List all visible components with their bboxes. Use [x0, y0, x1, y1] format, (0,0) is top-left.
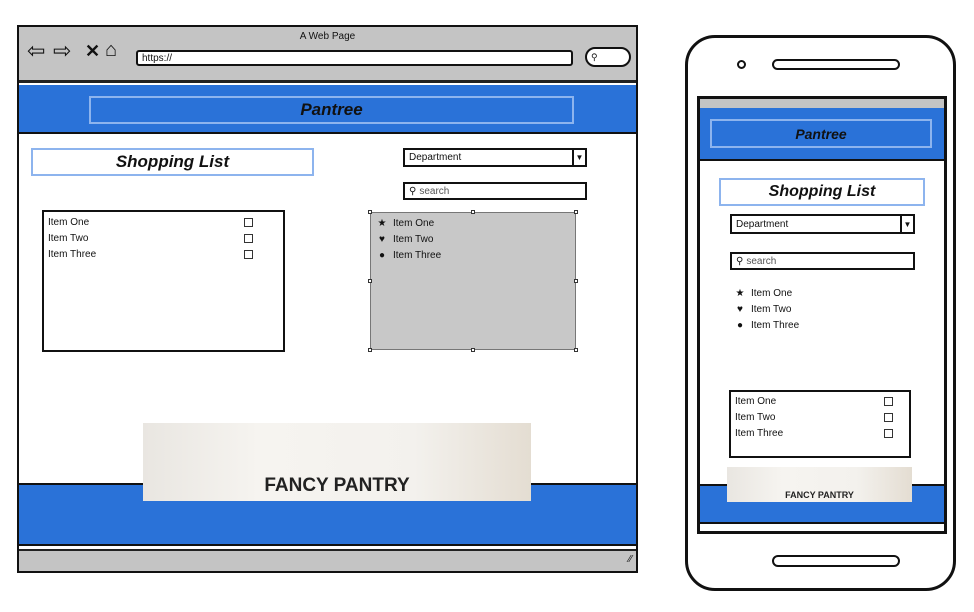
- star-icon: ★: [377, 217, 387, 229]
- list-item: Item Three: [735, 425, 905, 441]
- search-icon: ⚲: [409, 185, 417, 197]
- banner-text: FANCY PANTRY: [785, 490, 854, 500]
- checkbox[interactable]: [884, 412, 893, 422]
- heart-icon: ♥: [737, 303, 743, 315]
- item-label: Item Three: [393, 249, 442, 261]
- department-select-value: Department: [736, 218, 789, 230]
- browser-search-button[interactable]: ⚲: [585, 47, 631, 67]
- item-label: Item Three: [735, 427, 784, 439]
- page-title: Shopping List: [31, 148, 314, 176]
- list-item: ♥ Item Two: [734, 301, 894, 317]
- site-header: Pantree: [19, 85, 636, 134]
- list-item: Item Three: [48, 246, 279, 262]
- list-item: Item Two: [735, 409, 905, 425]
- back-icon[interactable]: ⇦: [27, 40, 45, 62]
- fancy-pantry-banner-image: FANCY PANTRY: [727, 467, 912, 502]
- circle-icon: ●: [736, 319, 744, 331]
- home-button[interactable]: [772, 555, 900, 567]
- checklist-panel: Item One Item Two Item Three: [42, 210, 285, 352]
- checkbox[interactable]: [244, 217, 253, 227]
- page-title: Shopping List: [719, 178, 925, 206]
- fancy-pantry-banner-image: FANCY PANTRY: [143, 423, 531, 501]
- browser-window: A Web Page ⇦ ⇨ ✕ ⌂ https:// ⚲ Pantree Sh…: [17, 25, 638, 573]
- url-bar[interactable]: https://: [136, 50, 573, 66]
- search-input[interactable]: ⚲ search: [730, 252, 915, 270]
- circle-icon: ●: [378, 249, 386, 261]
- speaker-grille: [772, 59, 900, 70]
- search-placeholder: search: [419, 185, 450, 197]
- resize-handle[interactable]: [471, 210, 475, 214]
- star-icon: ★: [735, 287, 745, 299]
- phone-frame: Pantree Shopping List Department ▼ ⚲ searc…: [685, 35, 956, 591]
- list-item: ★ Item One: [376, 215, 570, 231]
- list-item: ● Item Three: [376, 247, 570, 263]
- item-label: Item Two: [751, 303, 792, 315]
- item-label: Item Two: [48, 232, 89, 244]
- resize-handle[interactable]: [574, 348, 578, 352]
- list-item: Item Two: [48, 230, 279, 246]
- item-label: Item One: [751, 287, 793, 299]
- checkbox[interactable]: [884, 396, 893, 406]
- checkbox[interactable]: [244, 233, 253, 243]
- close-icon[interactable]: ✕: [85, 41, 100, 62]
- phone-screen: Pantree Shopping List Department ▼ ⚲ searc…: [697, 96, 947, 534]
- resize-grip-icon[interactable]: ⁄⁄: [629, 554, 632, 565]
- phone-status-bar: [700, 99, 944, 108]
- search-placeholder: search: [746, 255, 777, 267]
- chevron-down-icon[interactable]: ▼: [900, 216, 913, 232]
- mobile-header: Pantree: [700, 108, 944, 161]
- resize-handle[interactable]: [368, 348, 372, 352]
- item-label: Item One: [735, 395, 777, 407]
- search-icon: ⚲: [736, 255, 744, 267]
- item-label: Item Two: [735, 411, 776, 423]
- home-icon[interactable]: ⌂: [105, 39, 117, 62]
- item-label: Item Three: [751, 319, 800, 331]
- resize-handle[interactable]: [574, 210, 578, 214]
- resize-handle[interactable]: [368, 279, 372, 283]
- banner-text: FANCY PANTRY: [264, 475, 410, 496]
- item-label: Item One: [393, 217, 435, 229]
- search-icon: ⚲: [591, 52, 598, 62]
- resize-handle[interactable]: [574, 279, 578, 283]
- resize-handle[interactable]: [471, 348, 475, 352]
- list-item: ● Item Three: [734, 317, 894, 333]
- status-bar: ⁄⁄: [19, 549, 636, 571]
- item-label: Item One: [48, 216, 90, 228]
- site-title: Pantree: [710, 119, 932, 148]
- checkbox[interactable]: [244, 249, 253, 259]
- icon-list-panel[interactable]: ★ Item One ♥ Item Two ● Item Three: [368, 210, 578, 352]
- heart-icon: ♥: [379, 233, 385, 245]
- list-item: ♥ Item Two: [376, 231, 570, 247]
- department-select[interactable]: Department ▼: [730, 214, 915, 234]
- search-input[interactable]: ⚲ search: [403, 182, 587, 200]
- camera-icon: [737, 60, 746, 69]
- list-item: Item One: [735, 393, 905, 409]
- department-select[interactable]: Department ▼: [403, 148, 587, 167]
- resize-handle[interactable]: [368, 210, 372, 214]
- item-label: Item Two: [393, 233, 434, 245]
- checkbox[interactable]: [884, 428, 893, 438]
- department-select-value: Department: [409, 152, 462, 163]
- forward-icon[interactable]: ⇨: [53, 40, 71, 62]
- checklist-panel: Item One Item Two Item Three: [729, 390, 911, 458]
- chevron-down-icon[interactable]: ▼: [572, 150, 585, 165]
- list-item: ★ Item One: [734, 285, 894, 301]
- icon-list: ★ Item One ♥ Item Two ● Item Three: [734, 285, 894, 333]
- list-item: Item One: [48, 214, 279, 230]
- item-label: Item Three: [48, 248, 97, 260]
- url-text: https://: [142, 52, 173, 64]
- browser-chrome: A Web Page ⇦ ⇨ ✕ ⌂ https:// ⚲: [19, 27, 636, 83]
- site-title: Pantree: [89, 96, 574, 124]
